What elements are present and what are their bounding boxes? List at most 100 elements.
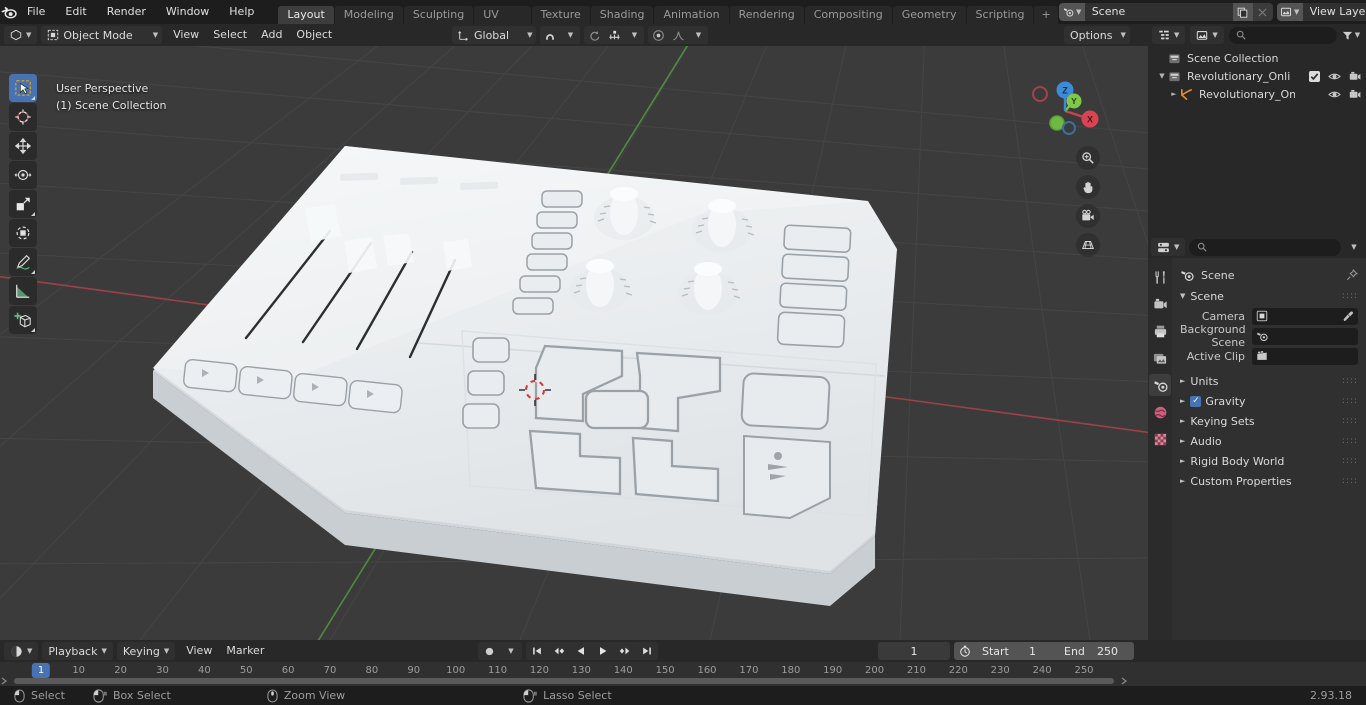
magnet-icon[interactable] — [540, 26, 560, 44]
prev-keyframe-icon[interactable] — [548, 642, 570, 660]
view-layer-selector[interactable]: ▼ View Layer — [1276, 3, 1366, 21]
snap-increment-icon[interactable] — [604, 26, 624, 44]
record-icon[interactable] — [478, 642, 500, 660]
eye-icon[interactable] — [1328, 89, 1341, 100]
texture-tab-icon[interactable] — [1149, 428, 1171, 450]
panel-header-gravity[interactable]: ► ✓ Gravity :::: — [1172, 391, 1366, 411]
tab-rendering[interactable]: Rendering — [729, 6, 804, 24]
timeline-scrollbar[interactable] — [0, 677, 1128, 685]
tab-texture-paint[interactable]: Texture Paint — [531, 6, 590, 39]
jump-start-icon[interactable] — [526, 642, 548, 660]
end-frame-field[interactable]: End 250 — [1058, 642, 1134, 660]
current-frame-field[interactable]: 1 — [878, 642, 950, 660]
options-button[interactable]: Options ▼ — [1064, 26, 1130, 44]
timeline-editor-type[interactable]: ▼ — [4, 642, 39, 660]
background-scene-field[interactable] — [1252, 327, 1358, 345]
disclosure-triangle-collapsed[interactable]: ► — [1180, 377, 1185, 385]
disclosure-triangle-collapsed[interactable]: ► — [1180, 397, 1185, 405]
chevron-down-icon[interactable]: ▼ — [688, 26, 708, 44]
move-icon[interactable] — [9, 132, 37, 160]
scene-name-field[interactable]: Scene — [1084, 3, 1233, 21]
outliner-editor-type[interactable]: ▼ — [1152, 26, 1186, 44]
outliner-panel[interactable]: Scene Collection ▼ Revolutionary_Online_… — [1148, 46, 1366, 236]
viewport-menu-object[interactable]: Object — [289, 26, 339, 44]
add-cube-icon[interactable] — [9, 306, 37, 334]
chevron-down-icon[interactable]: ▼ — [500, 642, 522, 660]
tab-sculpting[interactable]: Sculpting — [403, 6, 474, 24]
cursor-icon[interactable] — [9, 103, 37, 131]
menu-edit[interactable]: Edit — [55, 0, 96, 24]
disclosure-triangle-collapsed[interactable]: ► — [1180, 457, 1185, 465]
properties-search-input[interactable] — [1189, 238, 1341, 256]
tab-compositing[interactable]: Compositing — [804, 6, 892, 24]
properties-editor-type[interactable]: ▼ — [1151, 238, 1186, 256]
eyedropper-icon[interactable] — [1342, 310, 1354, 322]
disclosure-triangle-collapsed[interactable]: ► — [1180, 417, 1185, 425]
outliner-display-mode[interactable]: ▼ — [1190, 26, 1224, 44]
camera-field[interactable] — [1252, 307, 1358, 325]
chevron-down-icon[interactable]: ▼ — [624, 26, 644, 44]
annotate-icon[interactable] — [9, 248, 37, 276]
next-keyframe-icon[interactable] — [614, 642, 636, 660]
tab-animation[interactable]: Animation — [654, 6, 729, 24]
camera-icon[interactable] — [1349, 71, 1361, 82]
disclosure-triangle-collapsed[interactable]: ► — [1168, 90, 1180, 98]
tool-tab-icon[interactable] — [1149, 266, 1171, 288]
collection-checkbox[interactable] — [1309, 70, 1320, 82]
pan-view-icon[interactable] — [1076, 175, 1100, 199]
output-tab-icon[interactable] — [1149, 320, 1171, 342]
menu-window[interactable]: Window — [156, 0, 219, 24]
mode-selector[interactable]: Object Mode ▼ — [41, 26, 163, 44]
tab-layout[interactable]: Layout — [278, 6, 334, 24]
disclosure-triangle-expanded[interactable]: ▼ — [1156, 72, 1168, 80]
panel-header-audio[interactable]: ► Audio :::: — [1172, 431, 1366, 451]
scale-icon[interactable] — [9, 190, 37, 218]
viewport-3d[interactable]: User Perspective (1) Scene Collection Z … — [0, 46, 1148, 640]
rotate-icon[interactable] — [9, 161, 37, 189]
playhead[interactable]: 1 — [31, 663, 51, 678]
measure-icon[interactable] — [9, 277, 37, 305]
duplicate-icon[interactable] — [1232, 3, 1253, 21]
properties-panel[interactable]: Scene ▼ Scene :::: Camera Background Sce… — [1172, 258, 1366, 684]
disclosure-triangle-collapsed[interactable]: ► — [1180, 437, 1185, 445]
scene-icon[interactable]: ▼ — [1058, 3, 1085, 21]
gravity-checkbox[interactable]: ✓ — [1190, 395, 1202, 407]
playback-menu[interactable]: Playback ▼ — [42, 642, 113, 660]
view-layer-name-field[interactable]: View Layer — [1302, 3, 1366, 21]
x-icon[interactable] — [1252, 3, 1273, 21]
falloff-curve-icon[interactable] — [668, 26, 688, 44]
viewport-menu-view[interactable]: View — [166, 26, 206, 44]
outliner-search-input[interactable] — [1228, 26, 1337, 44]
toggle-perspective-icon[interactable] — [1076, 233, 1100, 257]
filter-icon[interactable]: ▼ — [1340, 27, 1362, 44]
chevron-down-icon[interactable]: ▼ — [1345, 243, 1363, 251]
tweak-select-box-icon[interactable] — [9, 74, 37, 102]
panel-header-scene[interactable]: ▼ Scene :::: — [1172, 286, 1366, 306]
disclosure-triangle-collapsed[interactable]: ► — [1180, 477, 1185, 485]
camera-view-icon[interactable] — [1076, 204, 1100, 228]
timeline-menu-marker[interactable]: Marker — [219, 642, 271, 660]
play-icon[interactable] — [592, 642, 614, 660]
menu-help[interactable]: Help — [219, 0, 264, 24]
outliner-row-scene-collection[interactable]: Scene Collection — [1148, 49, 1366, 67]
world-tab-icon[interactable] — [1149, 401, 1171, 423]
viewport-menu-select[interactable]: Select — [206, 26, 254, 44]
pin-icon[interactable] — [1346, 269, 1358, 281]
menu-render[interactable]: Render — [97, 0, 156, 24]
viewport-menu-add[interactable]: Add — [254, 26, 289, 44]
play-reverse-icon[interactable] — [570, 642, 592, 660]
chevron-down-icon[interactable]: ▼ — [560, 26, 580, 44]
panel-header-rigid-body-world[interactable]: ► Rigid Body World :::: — [1172, 451, 1366, 471]
panel-header-units[interactable]: ► Units :::: — [1172, 371, 1366, 391]
scene-selector[interactable]: ▼ Scene — [1058, 3, 1273, 21]
tab-scripting[interactable]: Scripting — [966, 6, 1034, 24]
active-clip-field[interactable] — [1252, 347, 1358, 365]
start-frame-field[interactable]: Start 1 — [976, 642, 1058, 660]
transform-orientation-selector[interactable]: Global ▼ — [452, 26, 537, 44]
transform-icon[interactable] — [9, 219, 37, 247]
view-layer-icon[interactable]: ▼ — [1276, 3, 1303, 21]
outliner-row-object[interactable]: ► Revolutionary_Online_Br — [1148, 85, 1366, 103]
menu-file[interactable]: File — [17, 0, 55, 24]
tab-uv-editing[interactable]: UV Editing — [474, 6, 531, 39]
render-tab-icon[interactable] — [1149, 293, 1171, 315]
